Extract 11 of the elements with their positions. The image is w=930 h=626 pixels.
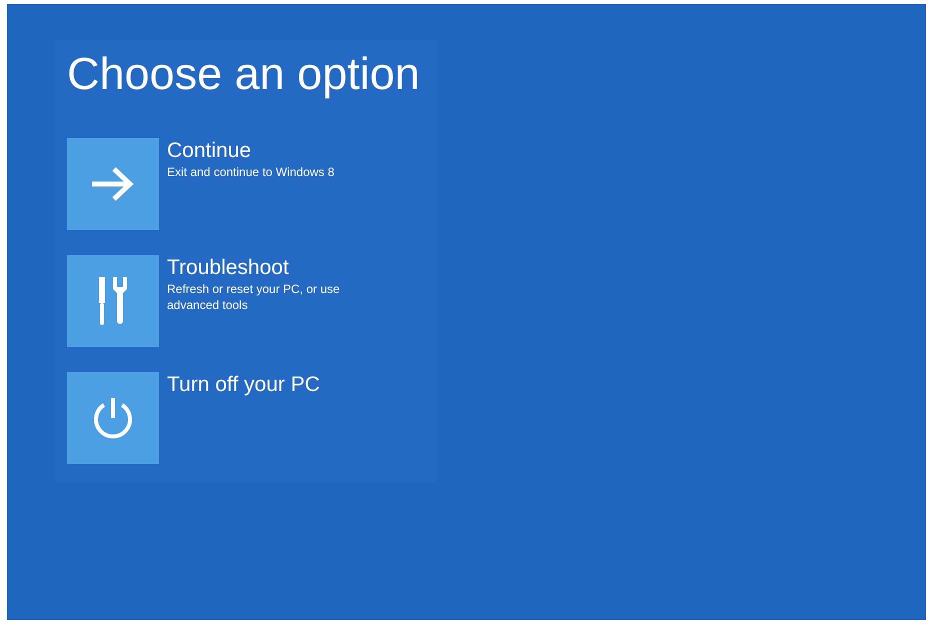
option-title: Continue <box>167 138 252 164</box>
option-title: Turn off your PC <box>167 372 320 398</box>
option-description: Refresh or reset your PC, or use advanced tools <box>167 281 341 313</box>
option-button[interactable]: Turn off your PC <box>67 372 367 464</box>
option-title: Troubleshoot <box>167 255 290 281</box>
page-title: Choose an option <box>67 47 421 101</box>
option-button[interactable]: Troubleshoot Refresh or reset your PC, or use advanced tools <box>67 255 367 347</box>
option-description: Exit and continue to Windows 8 <box>167 164 336 180</box>
arrow-right-icon <box>90 166 136 202</box>
option-button[interactable]: Continue Exit and continue to Windows 8 <box>67 138 367 230</box>
power-icon <box>91 396 135 440</box>
